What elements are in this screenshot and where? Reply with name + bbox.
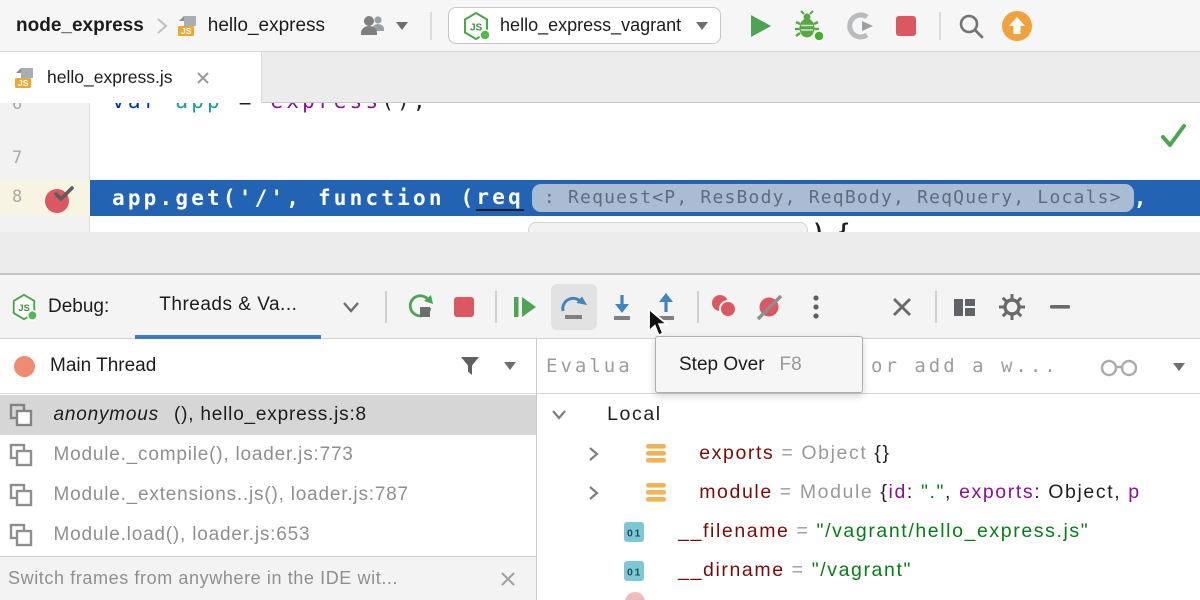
code-line-8: app.get('/', function ( [112, 186, 476, 210]
toolbar-separator [697, 291, 699, 323]
editor[interactable]: 6 7 8 var app = express(); app.get('/', … [0, 103, 1200, 232]
frame-row-anonymous[interactable]: anonymous (), hello_express.js:8 [0, 395, 536, 435]
evaluate-placeholder-right: or add a w... [871, 355, 1059, 377]
editor-debug-splitter[interactable] [0, 232, 1200, 275]
editor-tabbar: JS hello_express.js [0, 52, 1200, 103]
svg-text:JS: JS [181, 26, 192, 36]
step-over-tooltip: Step Over F8 [655, 336, 863, 393]
code-line-6: var app = express(); [112, 103, 429, 113]
variables-pane: Evalua or add a w... Local exports [536, 339, 1200, 600]
line-number: 6 [12, 103, 22, 114]
breakpoint-icon[interactable] [44, 185, 78, 215]
line-number: 7 [12, 148, 22, 168]
toolbar-separator [935, 291, 937, 323]
debug-panel-title: Debug: [48, 296, 109, 318]
next-line-hint-fragment [528, 222, 808, 232]
layout-settings-icon[interactable] [945, 287, 983, 327]
tab-hello-express[interactable]: JS hello_express.js [0, 52, 262, 103]
tree-node-module[interactable]: module = Module {id: ".", exports: Objec… [587, 473, 1141, 512]
rerun-button[interactable] [401, 287, 439, 327]
watch-glasses-icon[interactable] [1099, 359, 1141, 377]
toolbar-separator [939, 12, 941, 40]
coverage-button[interactable] [845, 11, 875, 41]
update-button[interactable] [1001, 10, 1033, 42]
tree-node-filename[interactable]: 01 __filename = "/vagrant/hello_express.… [623, 512, 1089, 551]
type-hint-chip: : Request<P, ResBody, ReqBody, ReqQuery,… [532, 184, 1134, 212]
tooltip-shortcut: F8 [780, 354, 802, 376]
resume-button[interactable] [505, 287, 543, 327]
stop-button[interactable] [895, 15, 917, 37]
js-file-icon: JS [176, 14, 200, 38]
run-config-select[interactable]: JS hello_express_vagrant [448, 7, 721, 44]
breadcrumb-file[interactable]: hello_express [208, 15, 325, 37]
svg-text:JS: JS [18, 78, 29, 88]
next-line-code-fragment: ) { [812, 220, 850, 232]
breadcrumb-project[interactable]: node_express [16, 15, 144, 37]
main-toolbar: node_express JS hello_express JS hell [0, 0, 1200, 52]
js-file-icon: JS [13, 66, 37, 90]
frame-row[interactable]: Module._compile(), loader.js:773 [0, 435, 536, 475]
tab-close-icon[interactable] [196, 71, 210, 85]
hint-banner: Switch frames from anywhere in the IDE w… [0, 556, 536, 600]
line-number: 8 [12, 187, 22, 207]
tree-node-exports[interactable]: exports = Object {} [587, 434, 891, 473]
evaluate-expression-field[interactable]: Evalua or add a w... [537, 339, 1200, 394]
more-options-kebab-icon[interactable] [797, 287, 835, 327]
chevron-down-icon[interactable] [341, 300, 361, 314]
inspections-ok-icon[interactable] [1154, 117, 1192, 155]
thread-dropdown-arrow-icon[interactable] [504, 362, 516, 370]
view-breakpoints-button[interactable] [705, 287, 743, 327]
nodejs-icon: JS [10, 293, 38, 321]
frames-pane: Main Thread anonymous (), hello_express.… [0, 339, 536, 600]
breadcrumb-chevron-icon [156, 16, 168, 36]
run-config-arrow-icon [696, 22, 708, 30]
gear-icon[interactable] [993, 287, 1031, 327]
primitive-variable-icon: 01 [623, 514, 665, 600]
watch-dropdown-arrow-icon[interactable] [1173, 363, 1185, 371]
step-over-button[interactable] [551, 284, 597, 330]
tab-threads-variables[interactable]: Threads & Va... [135, 275, 321, 339]
tooltip-title: Step Over [679, 354, 765, 376]
mute-breakpoints-button[interactable] [751, 287, 789, 327]
frame-row[interactable]: Module._extensions..js(), loader.js:787 [0, 475, 536, 515]
user-icon[interactable] [359, 13, 389, 39]
toolbar-separator [430, 12, 432, 40]
tree-node-dirname[interactable]: 01 __dirname = "/vagrant" [623, 551, 912, 590]
debug-toolbar: JS Debug: Threads & Va... [0, 275, 1200, 339]
frame-row[interactable]: Module.load(), loader.js:653 [0, 515, 536, 555]
stop-debug-button[interactable] [445, 287, 483, 327]
debug-button[interactable] [793, 10, 827, 42]
run-config-name: hello_express_vagrant [500, 15, 681, 36]
banner-close-icon[interactable] [500, 571, 516, 587]
thread-header[interactable]: Main Thread [0, 339, 536, 394]
toolbar-separator [385, 291, 387, 323]
svg-text:01: 01 [627, 566, 642, 578]
minimize-icon[interactable] [1041, 287, 1079, 327]
execution-line[interactable]: app.get('/', function (req : Request<P, R… [90, 180, 1200, 216]
search-icon[interactable] [957, 12, 985, 40]
svg-text:JS: JS [18, 303, 29, 313]
close-debug-icon[interactable] [883, 287, 921, 327]
run-button[interactable] [747, 12, 773, 40]
evaluated-param[interactable]: req [476, 185, 524, 211]
step-into-button[interactable] [603, 287, 641, 327]
nodejs-icon: JS [461, 11, 491, 41]
filter-funnel-icon[interactable] [458, 354, 482, 378]
thread-name: Main Thread [50, 355, 156, 377]
user-dropdown-arrow-icon[interactable] [396, 22, 408, 30]
tab-label: hello_express.js [47, 67, 172, 88]
toolbar-separator [495, 291, 497, 323]
mouse-cursor [647, 308, 673, 338]
